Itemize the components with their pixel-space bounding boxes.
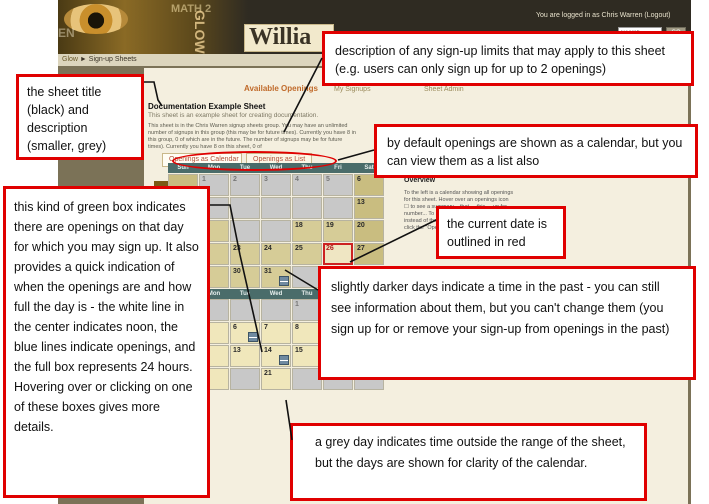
- calendar-day[interactable]: 27: [354, 243, 384, 265]
- opening-indicator-icon[interactable]: [248, 332, 258, 342]
- calendar-day[interactable]: 5: [323, 174, 353, 196]
- callout-sheet-title: the sheet title (black) and description …: [16, 74, 144, 160]
- day-of-week-label: Wed: [269, 291, 283, 297]
- callout-sheet-title-text: the sheet title (black) and description …: [27, 85, 107, 153]
- calendar-day[interactable]: [230, 220, 260, 242]
- callout-current-date-text: the current date is outlined in red: [447, 217, 548, 249]
- banner-word-glow: GLOW: [192, 10, 208, 54]
- calendar-day[interactable]: [292, 197, 322, 219]
- sheet-limit-text: This sheet is in the Chris Warren signup…: [148, 123, 356, 150]
- breadcrumb-current: Sign-up Sheets: [88, 56, 137, 63]
- opening-indicator-icon[interactable]: [279, 355, 289, 365]
- calendar-day[interactable]: [230, 368, 260, 390]
- banner-word-en: EN: [58, 26, 75, 40]
- calendar-day[interactable]: 21: [261, 368, 291, 390]
- sheet-title: Documentation Example Sheet: [148, 102, 266, 111]
- callout-signup-limits-text: description of any sign-up limits that m…: [335, 44, 666, 76]
- callout-green-box: this kind of green box indicates there a…: [3, 186, 210, 498]
- callout-grey-days: a grey day indicates time outside the ra…: [290, 423, 647, 501]
- opening-indicator-icon[interactable]: [279, 276, 289, 286]
- calendar-day[interactable]: 7: [261, 322, 291, 344]
- calendar-day[interactable]: [230, 299, 260, 321]
- course-logo[interactable]: Willia: [244, 24, 334, 52]
- calendar-day[interactable]: 25: [292, 243, 322, 265]
- callout-green-box-text: this kind of green box indicates there a…: [14, 200, 199, 434]
- calendar-day[interactable]: [261, 197, 291, 219]
- view-tabs-highlight-ring: [172, 151, 337, 171]
- callout-past-days: slightly darker days indicate a time in …: [318, 266, 696, 380]
- tab-available-openings[interactable]: Available Openings: [244, 84, 318, 93]
- calendar-day[interactable]: 13: [354, 197, 384, 219]
- calendar-day[interactable]: 4: [292, 174, 322, 196]
- calendar-day[interactable]: 3: [261, 174, 291, 196]
- calendar-day[interactable]: 23: [230, 243, 260, 265]
- callout-signup-limits: description of any sign-up limits that m…: [322, 31, 694, 86]
- calendar-day[interactable]: [230, 197, 260, 219]
- callout-calendar-or-list-text: by default openings are shown as a calen…: [387, 136, 683, 168]
- calendar-day[interactable]: 2: [230, 174, 260, 196]
- calendar-day[interactable]: 24: [261, 243, 291, 265]
- callout-past-days-text: slightly darker days indicate a time in …: [331, 280, 670, 336]
- sheet-description: This sheet is an example sheet for creat…: [148, 112, 319, 119]
- calendar-day[interactable]: [261, 299, 291, 321]
- breadcrumb-arrow-icon: ►: [79, 56, 87, 63]
- overview-title: Overview: [404, 177, 436, 184]
- callout-grey-days-text: a grey day indicates time outside the ra…: [315, 435, 626, 470]
- calendar-day[interactable]: 30: [230, 266, 260, 288]
- calendar-day[interactable]: 13: [230, 345, 260, 367]
- calendar-day[interactable]: [261, 220, 291, 242]
- calendar-day[interactable]: 26: [323, 243, 353, 265]
- calendar-day[interactable]: 18: [292, 220, 322, 242]
- tab-sheet-admin[interactable]: Sheet Admin: [424, 86, 464, 93]
- callout-current-date: the current date is outlined in red: [436, 206, 566, 259]
- calendar-day[interactable]: 19: [323, 220, 353, 242]
- banner-art: MATH 2 GLOW EN: [58, 0, 248, 54]
- calendar-day[interactable]: 20: [354, 220, 384, 242]
- day-of-week-label: Tue: [239, 291, 251, 297]
- callout-calendar-or-list: by default openings are shown as a calen…: [374, 124, 698, 178]
- calendar-day[interactable]: [323, 197, 353, 219]
- course-logo-text: Willia: [249, 24, 312, 50]
- tab-my-signups[interactable]: My Signups: [334, 86, 371, 93]
- breadcrumb-home-link[interactable]: Glow: [62, 56, 78, 63]
- login-status[interactable]: You are logged in as Chris Warren (Logou…: [536, 12, 671, 19]
